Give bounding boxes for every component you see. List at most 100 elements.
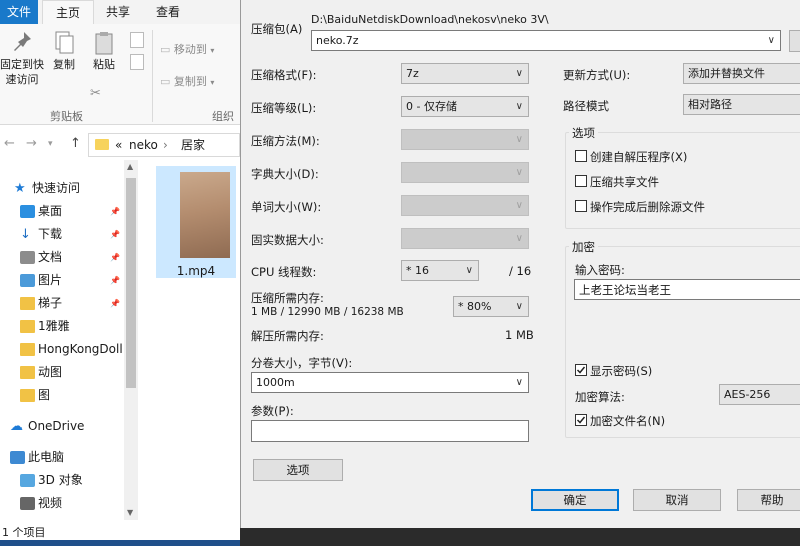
params-label: 参数(P): xyxy=(251,404,294,418)
tree-item[interactable]: 动图 xyxy=(0,361,122,384)
word-label: 单词大小(W): xyxy=(251,200,322,214)
chevron-down-icon[interactable]: ∨ xyxy=(768,31,775,50)
checkmark-icon xyxy=(576,366,586,374)
copy-path-icon[interactable] xyxy=(130,32,144,48)
options-button[interactable]: 选项 xyxy=(253,459,343,481)
file-name: 1.mp4 xyxy=(176,264,216,278)
archive-name-combo[interactable]: neko.7z ∨ xyxy=(311,30,781,51)
pinned-icon: 📌 xyxy=(110,299,120,308)
cut-icon[interactable]: ✂ xyxy=(90,86,101,101)
tree-item[interactable]: ↓ 下载 📌 xyxy=(0,223,122,246)
tree-item-label: HongKongDoll xyxy=(38,342,123,356)
tree-item[interactable]: 梯子 📌 xyxy=(0,292,122,315)
level-select[interactable]: 0 - 仅存储 ∨ xyxy=(401,96,529,117)
pinned-icon: 📌 xyxy=(110,207,120,216)
sfx-checkbox[interactable] xyxy=(575,150,587,162)
browse-button[interactable] xyxy=(789,30,800,52)
paste-label: 粘贴 xyxy=(93,58,115,71)
copy-to-button[interactable]: ▭ 复制到 ▾ xyxy=(160,72,214,92)
paste-button[interactable]: 粘贴 xyxy=(82,30,126,72)
recent-chevron-icon[interactable]: ▾ xyxy=(48,139,53,149)
show-password-checkbox[interactable] xyxy=(575,364,587,376)
options-group-title: 选项 xyxy=(569,125,598,141)
pinned-icon: 📌 xyxy=(110,253,120,262)
up-arrow-icon[interactable]: ↑ xyxy=(70,136,81,151)
chevron-down-icon: ▾ xyxy=(210,78,215,87)
path-mode-select[interactable]: 相对路径 xyxy=(683,94,800,115)
address-overflow[interactable]: « xyxy=(115,134,122,156)
enc-method-select[interactable]: AES-256 xyxy=(719,384,800,405)
tree-item[interactable]: 桌面 📌 xyxy=(0,200,122,223)
word-select[interactable]: ∨ xyxy=(401,195,529,216)
breadcrumb-neko[interactable]: neko xyxy=(129,134,158,156)
download-icon: ↓ xyxy=(20,227,31,242)
move-to-button[interactable]: ▭ 移动到 ▾ xyxy=(160,40,214,60)
forward-arrow-icon[interactable]: → xyxy=(26,136,37,151)
tree-item[interactable]: ★ 快速访问 xyxy=(0,177,122,200)
taskbar-strip xyxy=(0,540,240,546)
document-icon xyxy=(20,251,35,264)
shared-label: 压缩共享文件 xyxy=(590,175,659,189)
tree-item[interactable]: 此电脑 xyxy=(0,446,122,469)
threads-total: / 16 xyxy=(509,264,532,278)
tree-item[interactable]: 文档 📌 xyxy=(0,246,122,269)
paste-shortcut-icon[interactable] xyxy=(130,54,144,70)
tree-item-label: OneDrive xyxy=(28,419,85,433)
threads-select[interactable]: * 16 ∨ xyxy=(401,260,479,281)
tab-file[interactable]: 文件 xyxy=(0,0,38,24)
dict-select[interactable]: ∨ xyxy=(401,162,529,183)
params-input[interactable] xyxy=(251,420,529,442)
breadcrumb-home[interactable]: 居家 xyxy=(181,134,205,156)
back-arrow-icon[interactable]: ← xyxy=(4,136,15,151)
password-input[interactable]: 上老王论坛当老王 xyxy=(574,279,800,300)
chevron-down-icon: ∨ xyxy=(515,377,523,388)
tree-item[interactable]: ☁ OneDrive xyxy=(0,415,122,438)
folder-icon xyxy=(20,389,35,402)
encrypt-names-checkbox[interactable] xyxy=(575,414,587,426)
cancel-button[interactable]: 取消 xyxy=(633,489,721,511)
tab-share[interactable]: 共享 xyxy=(96,0,140,24)
video-thumbnail-icon xyxy=(180,172,230,258)
format-select[interactable]: 7z ∨ xyxy=(401,63,529,84)
help-button[interactable]: 帮助 xyxy=(737,489,800,511)
tree-item[interactable]: 图 xyxy=(0,384,122,407)
pin-quick-access-button[interactable]: 固定到快 速访问 xyxy=(0,30,44,87)
format-value: 7z xyxy=(406,67,419,80)
shared-checkbox[interactable] xyxy=(575,175,587,187)
ok-button[interactable]: 确定 xyxy=(531,489,619,511)
tree-item-label: 此电脑 xyxy=(28,450,65,464)
delete-checkbox[interactable] xyxy=(575,200,587,212)
tree-item[interactable]: 1雅雅 xyxy=(0,315,122,338)
scroll-up-icon[interactable]: ▲ xyxy=(127,162,133,171)
split-combo[interactable]: 1000m ∨ xyxy=(251,372,529,393)
tab-home[interactable]: 主页 xyxy=(42,0,94,25)
tree-item[interactable]: HongKongDoll xyxy=(0,338,123,361)
folder-icon xyxy=(20,320,35,333)
tree-item-label: 视频 xyxy=(38,496,63,510)
solid-select[interactable]: ∨ xyxy=(401,228,529,249)
tree-item[interactable]: 图片 📌 xyxy=(0,269,122,292)
chevron-down-icon: ∨ xyxy=(515,134,523,145)
tree-item[interactable]: 视频 xyxy=(0,492,122,515)
solid-label: 固实数据大小: xyxy=(251,233,324,247)
copy-button[interactable]: 复制 xyxy=(42,30,86,72)
tree-item-label: 图片 xyxy=(38,273,63,287)
tree-scrollbar-thumb[interactable] xyxy=(126,178,136,388)
method-select[interactable]: ∨ xyxy=(401,129,529,150)
address-bar[interactable]: « neko › 居家 xyxy=(88,133,240,157)
navigation-bar: ← → ▾ ↑ « neko › 居家 xyxy=(0,130,240,158)
scroll-down-icon[interactable]: ▼ xyxy=(127,508,133,517)
picture-icon xyxy=(20,274,35,287)
folder-icon xyxy=(95,139,109,150)
tree-item[interactable]: 3D 对象 xyxy=(0,469,122,492)
pinned-icon: 📌 xyxy=(110,276,120,285)
delete-label: 操作完成后删除源文件 xyxy=(590,200,705,214)
computer-icon xyxy=(10,451,25,464)
mem-pct-select[interactable]: * 80% ∨ xyxy=(453,296,529,317)
tab-view[interactable]: 查看 xyxy=(146,0,190,24)
chevron-down-icon: ▾ xyxy=(210,46,215,55)
tree-item-label: 1雅雅 xyxy=(38,319,70,333)
chevron-down-icon: ∨ xyxy=(515,233,523,244)
update-select[interactable]: 添加并替换文件 xyxy=(683,63,800,84)
ribbon-tab-bar: 文件 主页 共享 查看 xyxy=(0,0,240,25)
